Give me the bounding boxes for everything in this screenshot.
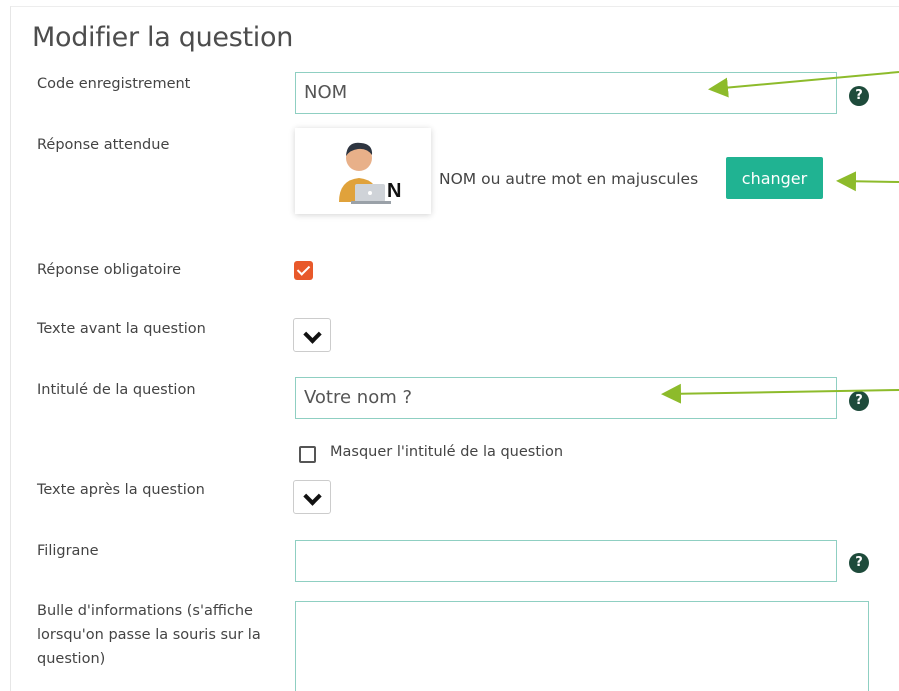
expected-answer-label: Réponse attendue — [37, 137, 170, 153]
question-circle-icon[interactable]: ? — [849, 553, 869, 573]
question-title-input[interactable]: Votre nom ? — [295, 377, 837, 419]
tooltip-textarea[interactable] — [295, 601, 869, 691]
mandatory-label: Réponse obligatoire — [37, 262, 182, 278]
watermark-input[interactable] — [295, 540, 837, 582]
text-before-label: Texte avant la question — [37, 321, 206, 337]
question-circle-icon[interactable]: ? — [849, 86, 869, 106]
text-before-toggle[interactable] — [293, 318, 331, 352]
hide-question-label: Masquer l'intitulé de la question — [330, 444, 564, 460]
mandatory-checkbox[interactable] — [294, 261, 313, 280]
answer-type-badge: N — [387, 180, 402, 202]
tooltip-label: Bulle d'informations (s'affiche lorsqu'o… — [37, 603, 261, 667]
answer-type-card[interactable]: N — [295, 128, 431, 214]
page-title: Modifier la question — [32, 22, 294, 53]
watermark-label: Filigrane — [37, 543, 99, 559]
code-input[interactable]: NOM — [295, 72, 837, 114]
text-after-label: Texte après la question — [37, 482, 205, 498]
change-button[interactable]: changer — [726, 157, 823, 199]
question-circle-icon[interactable]: ? — [849, 391, 869, 411]
user-at-laptop-icon — [339, 142, 391, 204]
text-after-toggle[interactable] — [293, 480, 331, 514]
hide-question-checkbox[interactable] — [299, 446, 316, 463]
code-label: Code enregistrement — [37, 76, 191, 92]
question-title-label: Intitulé de la question — [37, 382, 196, 398]
expected-answer-description: NOM ou autre mot en majuscules — [439, 170, 699, 188]
